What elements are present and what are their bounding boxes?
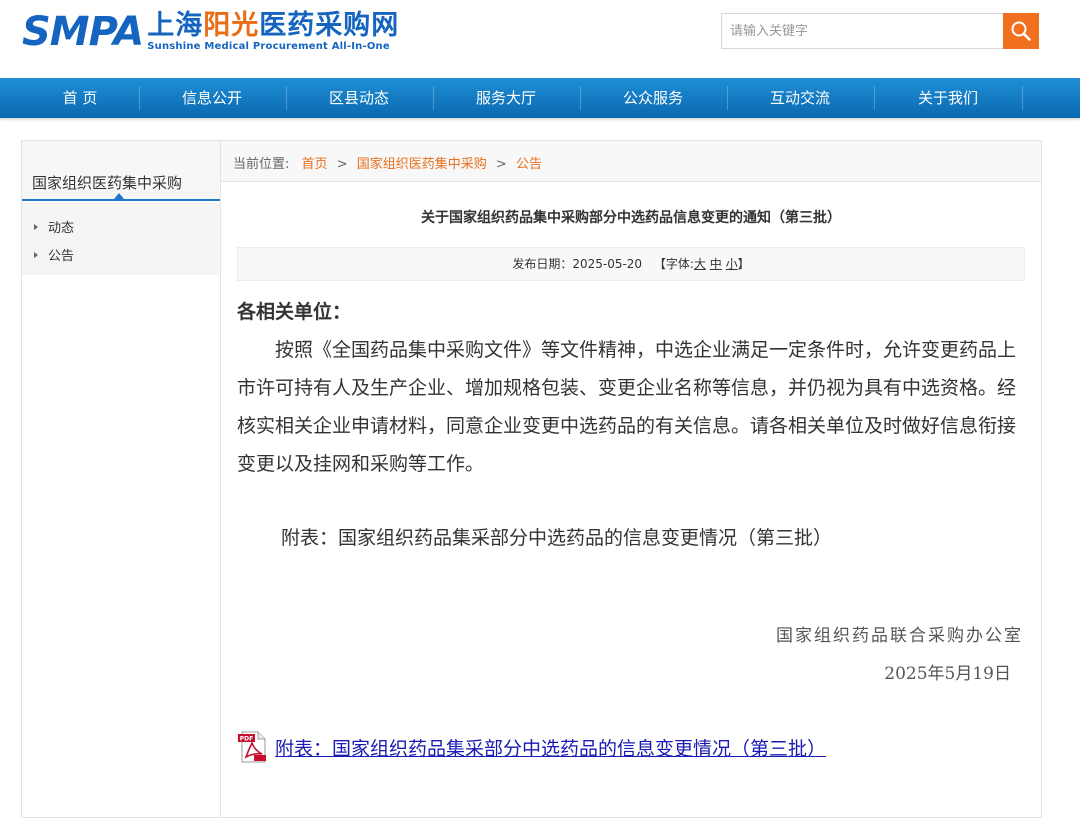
publish-date: 2025-05-20	[572, 257, 643, 271]
breadcrumb: 当前位置: 首页 > 国家组织医药集中采购 > 公告	[221, 141, 1041, 182]
breadcrumb-current-link[interactable]: 公告	[516, 157, 542, 172]
breadcrumb-home-link[interactable]: 首页	[302, 157, 328, 172]
search-bar	[721, 13, 1039, 49]
breadcrumb-category-link[interactable]: 国家组织医药集中采购	[357, 157, 487, 172]
main-nav: 首 页 信息公开 区县动态 服务大厅 公众服务 互动交流 关于我们	[0, 78, 1080, 118]
nav-item-home[interactable]: 首 页	[22, 78, 138, 118]
date-label: 发布日期：	[512, 257, 573, 271]
nav-item-info-public[interactable]: 信息公开	[139, 78, 285, 118]
logo-smpa-text: SMPA	[22, 9, 144, 55]
site-header: SMPA 上海阳光医药采购网 Sunshine Medical Procurem…	[0, 0, 1080, 78]
triangle-bullet-icon	[34, 251, 38, 258]
signature-date: 2025年5月19日	[884, 664, 1011, 684]
attachment-note: 附表：国家组织药品集采部分中选药品的信息变更情况（第三批）	[281, 527, 833, 549]
sidebar-title: 国家组织医药集中采购	[32, 174, 183, 192]
signature-organization: 国家组织药品联合采购办公室	[776, 626, 1023, 646]
font-size-close: 】	[737, 257, 750, 271]
attachment-link[interactable]: 附表：国家组织药品集采部分中选药品的信息变更情况（第三批）	[275, 734, 826, 761]
breadcrumb-prefix: 当前位置:	[233, 157, 290, 172]
breadcrumb-separator: >	[495, 157, 507, 172]
breadcrumb-separator: >	[336, 157, 348, 172]
logo-cn-suffix: 医药采购网	[259, 10, 400, 41]
nav-divider	[1022, 86, 1023, 110]
sidebar-caret-icon	[114, 193, 124, 199]
font-size-small-button[interactable]: 小	[726, 257, 738, 271]
svg-text:PDF: PDF	[240, 736, 253, 743]
search-icon	[1011, 21, 1031, 41]
attachment-download[interactable]: PDF 附表：国家组织药品集采部分中选药品的信息变更情况（第三批）	[237, 731, 826, 763]
logo-cn-highlight: 阳光	[203, 10, 260, 41]
site-logo[interactable]: SMPA 上海阳光医药采购网 Sunshine Medical Procurem…	[22, 10, 399, 54]
main-content: 当前位置: 首页 > 国家组织医药集中采购 > 公告 关于国家组织药品集中采购部…	[220, 140, 1042, 818]
nav-item-public-service[interactable]: 公众服务	[580, 78, 726, 118]
article-meta: 发布日期：2025-05-20 【字体:大 中 小】	[237, 247, 1025, 281]
nav-item-district-news[interactable]: 区县动态	[286, 78, 432, 118]
pdf-file-icon: PDF	[238, 731, 266, 763]
sidebar-item-label: 动态	[48, 221, 75, 236]
sidebar-item-notice[interactable]: 公告	[34, 245, 74, 264]
sidebar-list: 动态 公告	[22, 203, 220, 275]
salutation: 各相关单位：	[237, 301, 352, 323]
logo-english-name: Sunshine Medical Procurement All-In-One	[147, 41, 390, 52]
font-size-large-button[interactable]: 大	[694, 257, 706, 271]
article-body: 按照《全国药品集中采购文件》等文件精神，中选企业满足一定条件时，允许变更药品上市…	[237, 339, 1017, 475]
logo-cn-prefix: 上海	[147, 10, 204, 41]
logo-text-group: 上海阳光医药采购网 Sunshine Medical Procurement A…	[147, 11, 399, 53]
search-input[interactable]	[721, 13, 1003, 49]
nav-item-interaction[interactable]: 互动交流	[727, 78, 873, 118]
font-size-open: 【字体:	[653, 257, 694, 271]
sidebar: 国家组织医药集中采购 动态 公告	[21, 140, 220, 818]
nav-item-service-hall[interactable]: 服务大厅	[433, 78, 579, 118]
article-title: 关于国家组织药品集中采购部分中选药品信息变更的通知（第三批）	[421, 210, 841, 226]
font-size-medium-button[interactable]: 中	[710, 257, 722, 271]
nav-item-about-us[interactable]: 关于我们	[874, 78, 1022, 118]
sidebar-item-news[interactable]: 动态	[34, 217, 74, 236]
logo-chinese-name: 上海阳光医药采购网	[147, 11, 399, 41]
sidebar-header: 国家组织医药集中采购	[22, 141, 220, 201]
triangle-bullet-icon	[34, 223, 38, 230]
sidebar-item-label: 公告	[48, 249, 75, 264]
search-button[interactable]	[1003, 13, 1039, 49]
